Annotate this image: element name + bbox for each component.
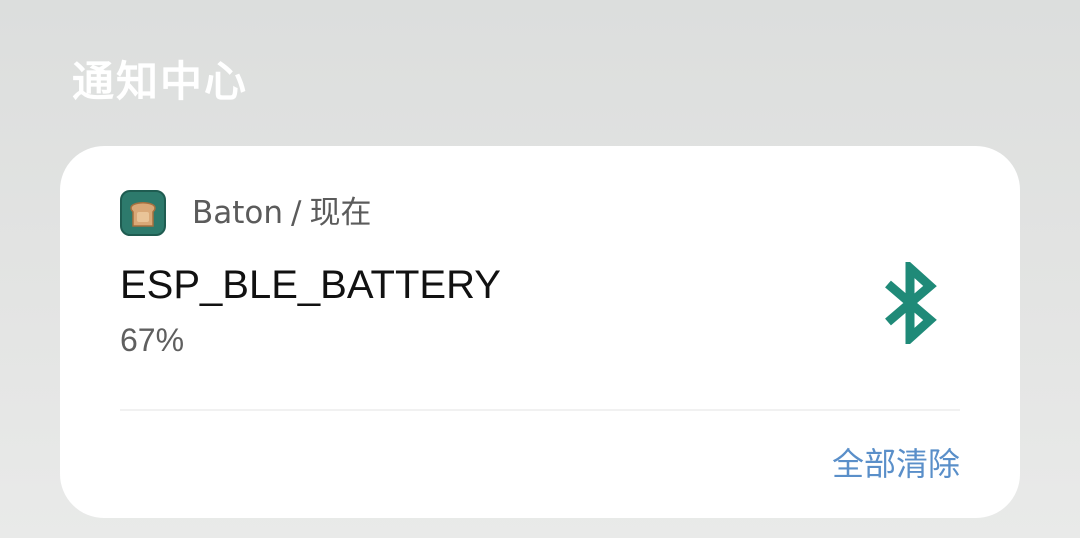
notification-body: 67% bbox=[120, 322, 185, 358]
notification-header: Baton / 现在 bbox=[120, 190, 372, 236]
notification-meta: Baton / 现在 bbox=[192, 190, 372, 236]
notification-center-title: 通知中心 bbox=[72, 57, 249, 106]
bluetooth-icon bbox=[885, 262, 937, 344]
app-name: Baton bbox=[192, 195, 284, 231]
toast-bread-icon bbox=[120, 190, 166, 236]
card-divider bbox=[120, 409, 960, 411]
clear-all-button[interactable]: 全部清除 bbox=[832, 442, 960, 486]
meta-separator: / bbox=[291, 195, 302, 231]
notification-title: ESP_BLE_BATTERY bbox=[120, 263, 501, 307]
notification-time: 现在 bbox=[309, 195, 372, 231]
notification-card[interactable]: Baton / 现在 ESP_BLE_BATTERY 67% 全部清除 bbox=[60, 146, 1020, 518]
